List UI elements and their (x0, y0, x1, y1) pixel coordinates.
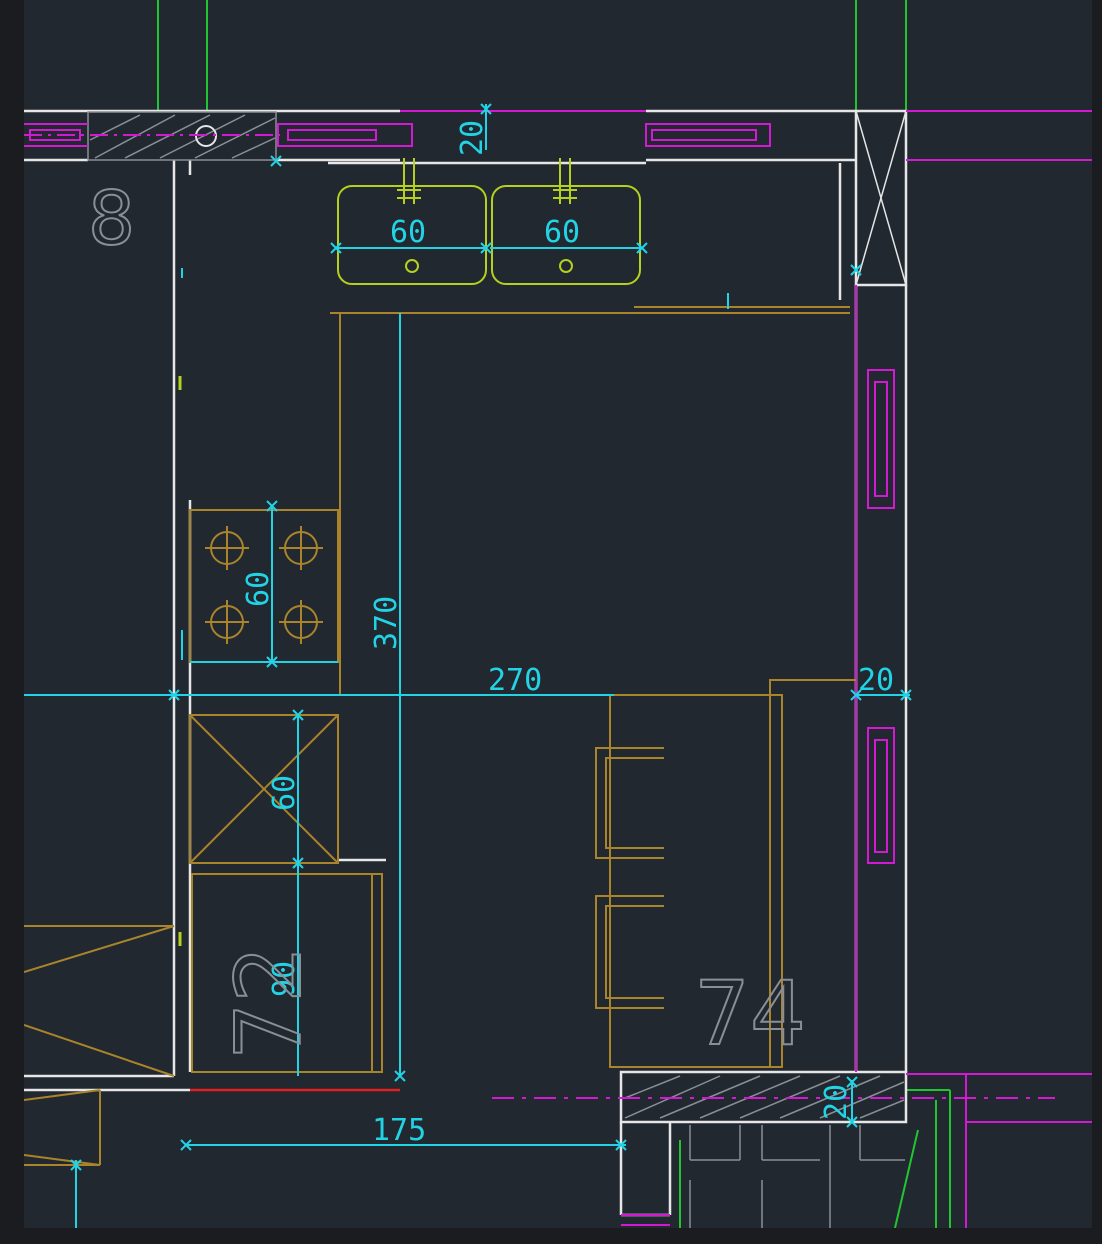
dim-corridor-width: 175 (372, 1113, 426, 1148)
dim-sink-right: 60 (544, 215, 580, 250)
cad-canvas[interactable]: 60 60 20 60 370 270 20 60 90 175 20 8 72… (24, 0, 1092, 1228)
windows (24, 110, 1092, 1228)
room-label-8: 8 (88, 176, 135, 262)
dim-wall-bottom: 20 (819, 1084, 854, 1120)
grid-lines (689, 1125, 905, 1228)
floor-plan[interactable]: 60 60 20 60 370 270 20 60 90 175 20 8 72… (24, 0, 1092, 1228)
dim-kitchen-length: 370 (369, 596, 404, 650)
dim-oven-depth: 60 (267, 775, 302, 811)
viewport-frame: 60 60 20 60 370 270 20 60 90 175 20 8 72… (0, 0, 1102, 1244)
room-label-72: 72 (217, 945, 322, 1060)
sinks (178, 158, 641, 946)
column-cross (855, 110, 907, 286)
dim-kitchen-width: 270 (488, 663, 542, 698)
dim-wall-right: 20 (858, 663, 894, 698)
dim-wall-top: 20 (455, 120, 490, 156)
dim-hob-depth: 60 (241, 571, 276, 607)
room-label-74: 74 (694, 962, 806, 1065)
dim-sink-left: 60 (390, 215, 426, 250)
